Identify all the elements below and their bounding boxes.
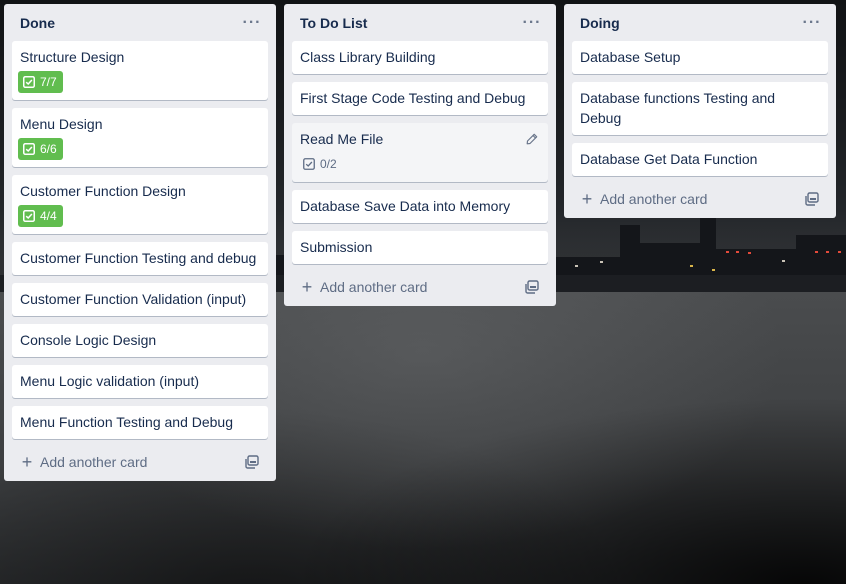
create-from-template-button[interactable]	[800, 187, 824, 211]
ellipsis-icon: ···	[802, 13, 822, 31]
card-list: Database Setup Database functions Testin…	[572, 41, 828, 176]
list-footer: + Add another card	[572, 180, 828, 218]
card-title: Read Me File	[300, 131, 384, 147]
list-menu-button[interactable]: ···	[240, 11, 264, 35]
checklist-icon	[303, 158, 315, 170]
card[interactable]: Database Get Data Function	[572, 143, 828, 176]
card-badges: 4/4	[18, 205, 260, 227]
pencil-icon[interactable]	[524, 131, 540, 147]
create-from-template-button[interactable]	[240, 450, 264, 474]
add-card-label: Add another card	[40, 454, 148, 470]
add-card-button[interactable]: + Add another card	[580, 189, 708, 209]
card-title: Menu Function Testing and Debug	[20, 414, 233, 430]
list-header: Done ···	[12, 4, 268, 41]
card-title: Console Logic Design	[20, 332, 157, 348]
list-menu-button[interactable]: ···	[800, 11, 824, 35]
add-card-button[interactable]: + Add another card	[300, 277, 428, 297]
card-title: Submission	[300, 239, 373, 255]
card-title: Customer Function Testing and debug	[20, 250, 257, 266]
card-title: Menu Logic validation (input)	[20, 373, 199, 389]
card-title: Menu Design	[20, 116, 103, 132]
list-to-do: To Do List ··· Class Library Building Fi…	[284, 4, 556, 306]
card-title: Customer Function Validation (input)	[20, 291, 247, 307]
checklist-count: 0/2	[320, 157, 337, 171]
checklist-badge: 6/6	[18, 138, 63, 160]
card-template-icon	[245, 455, 259, 469]
list-header: To Do List ···	[292, 4, 548, 41]
card[interactable]: Database functions Testing and Debug	[572, 82, 828, 135]
card[interactable]: Customer Function Testing and debug	[12, 242, 268, 275]
checklist-icon	[23, 76, 35, 88]
list-menu-button[interactable]: ···	[520, 11, 544, 35]
checklist-count: 6/6	[40, 142, 57, 156]
card[interactable]: Database Setup	[572, 41, 828, 74]
plus-icon: +	[21, 452, 33, 472]
card-template-icon	[525, 280, 539, 294]
card-badges: 7/7	[18, 71, 260, 93]
card[interactable]: First Stage Code Testing and Debug	[292, 82, 548, 115]
card[interactable]: Structure Design 7/7	[12, 41, 268, 100]
list-header: Doing ···	[572, 4, 828, 41]
card-badges: 0/2	[298, 153, 540, 175]
card-list: Class Library Building First Stage Code …	[292, 41, 548, 264]
card[interactable]: Menu Logic validation (input)	[12, 365, 268, 398]
checklist-badge: 7/7	[18, 71, 63, 93]
create-from-template-button[interactable]	[520, 275, 544, 299]
card[interactable]: Menu Function Testing and Debug	[12, 406, 268, 439]
card[interactable]: Customer Function Validation (input)	[12, 283, 268, 316]
card[interactable]: Menu Design 6/6	[12, 108, 268, 167]
ellipsis-icon: ···	[242, 13, 262, 31]
ellipsis-icon: ···	[522, 13, 542, 31]
card-title: Customer Function Design	[20, 183, 186, 199]
card[interactable]: Class Library Building	[292, 41, 548, 74]
card-title: Database Get Data Function	[580, 151, 758, 167]
list-doing: Doing ··· Database Setup Database functi…	[564, 4, 836, 218]
card[interactable]: Console Logic Design	[12, 324, 268, 357]
card[interactable]: Database Save Data into Memory	[292, 190, 548, 223]
checklist-icon	[23, 210, 35, 222]
card[interactable]: Submission	[292, 231, 548, 264]
add-card-label: Add another card	[320, 279, 428, 295]
checklist-count: 7/7	[40, 75, 57, 89]
plus-icon: +	[301, 277, 313, 297]
checklist-badge: 0/2	[298, 153, 343, 175]
add-card-button[interactable]: + Add another card	[20, 452, 148, 472]
card-title: First Stage Code Testing and Debug	[300, 90, 526, 106]
list-footer: + Add another card	[12, 443, 268, 481]
card-template-icon	[805, 192, 819, 206]
list-done: Done ··· Structure Design 7/7 Menu Desig…	[4, 4, 276, 481]
add-card-label: Add another card	[600, 191, 708, 207]
card-badges: 6/6	[18, 138, 260, 160]
card[interactable]: Read Me File 0/2	[292, 123, 548, 182]
list-footer: + Add another card	[292, 268, 548, 306]
list-title[interactable]: Done	[20, 15, 55, 31]
checklist-count: 4/4	[40, 209, 57, 223]
card[interactable]: Customer Function Design 4/4	[12, 175, 268, 234]
checklist-icon	[23, 143, 35, 155]
card-title: Structure Design	[20, 49, 125, 65]
board-canvas: Done ··· Structure Design 7/7 Menu Desig…	[0, 0, 846, 584]
checklist-badge: 4/4	[18, 205, 63, 227]
card-title: Database Setup	[580, 49, 681, 65]
list-title[interactable]: Doing	[580, 15, 620, 31]
card-title: Database functions Testing and Debug	[580, 90, 776, 126]
list-title[interactable]: To Do List	[300, 15, 367, 31]
card-list: Structure Design 7/7 Menu Design 6/6 Cus…	[12, 41, 268, 439]
card-title: Database Save Data into Memory	[300, 198, 511, 214]
plus-icon: +	[581, 189, 593, 209]
card-title: Class Library Building	[300, 49, 436, 65]
